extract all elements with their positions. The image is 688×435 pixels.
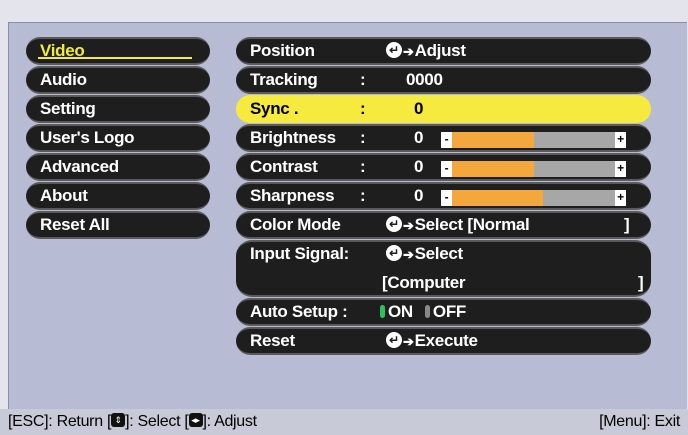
status-footer: [ESC]: Return [⇕]: Select [◂▸]: Adjust [… [0, 409, 688, 435]
plus-icon: + [615, 132, 626, 148]
help-text: [ESC]: Return [ [8, 413, 112, 430]
menu-item-about[interactable]: About [26, 182, 210, 210]
action-label: Select [414, 244, 464, 263]
setting-action: ↵ ➔Select [386, 241, 463, 268]
setting-label: Reset [250, 331, 295, 350]
colon: : [360, 99, 366, 118]
menu-item-label: Audio [40, 70, 87, 89]
minus-icon: - [441, 132, 452, 148]
setting-label: Input Signal: [250, 244, 350, 263]
colon: : [360, 186, 366, 205]
footer-help: [ESC]: Return [⇕]: Select [◂▸]: Adjust [8, 409, 257, 435]
option-on-label: ON [388, 302, 413, 321]
menu-item-reset-all[interactable]: Reset All [26, 211, 210, 239]
minus-icon: - [441, 161, 452, 177]
osd-screen: Video Audio Setting User's Logo Advanced… [18, 25, 678, 370]
sharpness-slider[interactable]: - + [441, 190, 626, 206]
menu-item-setting[interactable]: Setting [26, 95, 210, 123]
enter-icon: ↵ [386, 245, 402, 262]
contrast-slider[interactable]: - + [441, 161, 626, 177]
setting-action: ↵ ➔Execute [386, 328, 478, 355]
colon: : [360, 157, 366, 176]
setting-value: 0 [414, 128, 424, 147]
plus-icon: + [615, 161, 626, 177]
action-label: Adjust [414, 41, 466, 60]
setting-position[interactable]: Position ↵ ➔Adjust [236, 37, 651, 65]
menu-item-advanced[interactable]: Advanced [26, 153, 210, 181]
menu-item-video[interactable]: Video [26, 37, 210, 65]
menu-item-label: User's Logo [40, 128, 135, 147]
slider-fill [441, 132, 534, 148]
menu-item-label: Reset All [40, 215, 110, 234]
setting-value: [Computer [382, 273, 466, 292]
setting-brightness[interactable]: Brightness : 0 - + [236, 124, 651, 152]
setting-label: Brightness [250, 128, 336, 147]
setting-value: [Normal [467, 215, 530, 234]
colon: : [360, 70, 366, 89]
help-text: ]: Select [ [125, 413, 189, 430]
enter-icon: ↵ [386, 216, 402, 233]
arrow-right-icon: ➔ [403, 43, 414, 59]
setting-label: Position [250, 41, 315, 60]
minus-icon: - [441, 190, 452, 206]
setting-contrast[interactable]: Contrast : 0 - + [236, 153, 651, 181]
bracket-close: ] [624, 215, 630, 234]
slider-fill [441, 161, 534, 177]
arrow-right-icon: ➔ [403, 217, 414, 233]
help-text: ]: Adjust [202, 413, 258, 430]
menu-item-label: Video [40, 41, 85, 60]
setting-label: Tracking [250, 70, 318, 89]
enter-icon: ↵ [386, 332, 402, 349]
menu-item-audio[interactable]: Audio [26, 66, 210, 94]
left-right-icon: ◂▸ [188, 413, 203, 428]
action-label: Execute [414, 331, 478, 350]
setting-auto-setup[interactable]: Auto Setup : ON OFF [236, 298, 651, 326]
action-label: Select [414, 215, 464, 234]
setting-value: 0000 [406, 70, 443, 89]
setting-label: Auto Setup : [250, 302, 348, 321]
menu-item-label: About [40, 186, 88, 205]
arrow-right-icon: ➔ [403, 333, 414, 349]
radio-off-indicator[interactable] [424, 304, 430, 318]
setting-reset[interactable]: Reset ↵ ➔Execute [236, 327, 651, 355]
setting-input-signal[interactable]: Input Signal: ↵ ➔Select [Computer ] [236, 240, 651, 297]
setting-value: 0 [414, 99, 424, 118]
setting-label: Sharpness [250, 186, 335, 205]
setting-label: Sync . [250, 99, 299, 118]
setting-sync[interactable]: Sync . : 0 [236, 95, 651, 123]
setting-value: 0 [414, 157, 424, 176]
menu-item-users-logo[interactable]: User's Logo [26, 124, 210, 152]
radio-on-indicator[interactable] [380, 304, 385, 318]
up-down-icon: ⇕ [111, 413, 126, 428]
slider-fill [441, 190, 543, 206]
enter-icon: ↵ [386, 42, 402, 59]
setting-color-mode[interactable]: Color Mode ↵ ➔Select [Normal ] [236, 211, 651, 239]
bracket-close: ] [638, 273, 644, 292]
setting-action: ↵ ➔Adjust [386, 38, 466, 65]
setting-action: ↵ ➔Select [Normal [386, 212, 530, 239]
setting-label: Contrast [250, 157, 318, 176]
footer-exit: [Menu]: Exit [599, 413, 680, 430]
setting-label: Color Mode [250, 215, 341, 234]
setting-value: 0 [414, 186, 424, 205]
option-off-label: OFF [432, 302, 466, 321]
arrow-right-icon: ➔ [403, 246, 414, 262]
brightness-slider[interactable]: - + [441, 132, 626, 148]
menu-item-label: Advanced [40, 157, 119, 176]
setting-sharpness[interactable]: Sharpness : 0 - + [236, 182, 651, 210]
auto-setup-options: ON OFF [380, 299, 466, 325]
setting-tracking[interactable]: Tracking : 0000 [236, 66, 651, 94]
menu-item-label: Setting [40, 99, 96, 118]
colon: : [360, 128, 366, 147]
plus-icon: + [615, 190, 626, 206]
